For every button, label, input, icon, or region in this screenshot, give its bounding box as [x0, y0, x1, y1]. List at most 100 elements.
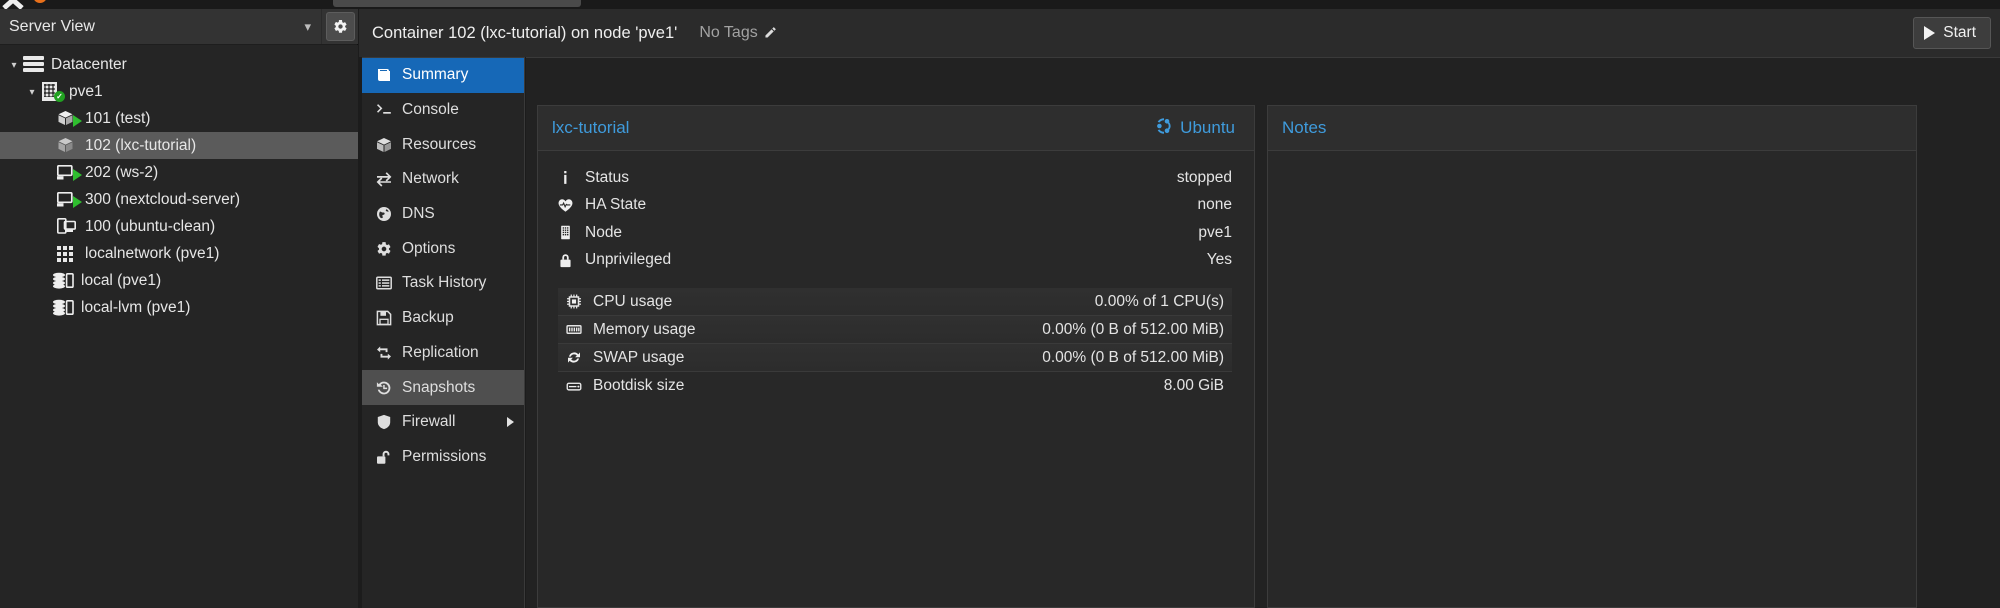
chevron-down-icon[interactable]: ▾: [6, 60, 22, 71]
floppy-icon: [376, 310, 402, 326]
menu-item-dns[interactable]: DNS: [362, 197, 524, 232]
menu-item-summary[interactable]: Summary: [362, 58, 524, 93]
status-rows: Status stopped HA State none Node pve1 U…: [538, 151, 1254, 400]
status-row-label: Unprivileged: [585, 251, 672, 269]
server-view-selector[interactable]: Server View ▾: [0, 9, 322, 44]
chevron-down-icon[interactable]: ▾: [24, 87, 40, 98]
cube-icon: [376, 137, 402, 153]
meter-row-value: 8.00 GiB: [1163, 377, 1224, 394]
meter-row-label: CPU usage: [593, 292, 673, 310]
container-icon: [56, 136, 80, 155]
heartbeat-icon: [558, 198, 585, 213]
tree-item-label: pve1: [69, 82, 103, 100]
server-view-selector-label: Server View: [9, 17, 95, 35]
meter-row-label: Memory usage: [593, 320, 696, 338]
os-badge-label: Ubuntu: [1180, 118, 1235, 137]
vm-icon: [56, 190, 82, 209]
status-row-label: HA State: [585, 196, 647, 214]
panel-title[interactable]: lxc-tutorial: [552, 118, 629, 138]
tree-item-pve1[interactable]: ▾ ✓ pve1: [0, 78, 358, 105]
ubuntu-icon: [1155, 117, 1173, 140]
tree-item-label: 102 (lxc-tutorial): [85, 136, 197, 154]
tree-item-ct102[interactable]: 102 (lxc-tutorial): [0, 132, 358, 159]
status-row-value: Yes: [1206, 251, 1232, 269]
resource-tree: ▾ Datacenter ▾ ✓ pve1 101 (test) 102 (lx…: [0, 45, 358, 608]
meter-row-cpu-usage: CPU usage 0.00% of 1 CPU(s): [558, 288, 1232, 316]
summary-icon: [376, 67, 402, 83]
notes-panel-header: Notes: [1268, 106, 1916, 151]
storage-icon: [52, 271, 76, 290]
globe-icon: [376, 206, 402, 222]
breadcrumb: Container 102 (lxc-tutorial) on node 'pv…: [372, 23, 678, 42]
pencil-icon[interactable]: [763, 26, 777, 40]
menu-item-label: Snapshots: [402, 378, 476, 396]
tree-item-datacenter[interactable]: ▾ Datacenter: [0, 51, 358, 78]
start-button[interactable]: Start: [1913, 17, 1991, 49]
running-indicator-icon: [73, 115, 82, 127]
storage-icon: [52, 298, 76, 317]
chevron-right-icon[interactable]: [507, 417, 514, 428]
tree-item-vm202[interactable]: 202 (ws-2): [0, 159, 358, 186]
lock-icon: [558, 253, 585, 268]
meter-row-value: 0.00% (0 B of 512.00 MiB): [1042, 320, 1224, 338]
tree-item-template100[interactable]: 100 (ubuntu-clean): [0, 213, 358, 240]
tags-area[interactable]: No Tags: [699, 24, 776, 42]
browser-chrome-strip: [0, 0, 2000, 9]
menu-item-permissions[interactable]: Permissions: [362, 440, 524, 475]
gear-icon[interactable]: [326, 12, 355, 41]
list-icon: [376, 275, 402, 291]
menu-item-label: Console: [402, 101, 459, 119]
tree-item-ct101[interactable]: 101 (test): [0, 105, 358, 132]
tree-item-label: local (pve1): [81, 271, 162, 289]
meter-row-value: 0.00% (0 B of 512.00 MiB): [1042, 348, 1224, 366]
tree-item-vm300[interactable]: 300 (nextcloud-server): [0, 186, 358, 213]
menu-item-console[interactable]: Console: [362, 93, 524, 128]
status-row-status: Status stopped: [558, 164, 1232, 192]
summary-panels: lxc-tutorial Ubuntu Status stopped HA St…: [537, 105, 2000, 608]
meter-row-swap-usage: SWAP usage 0.00% (0 B of 512.00 MiB): [558, 344, 1232, 372]
tree-item-storage-local[interactable]: local (pve1): [0, 267, 358, 294]
menu-item-label: Firewall: [402, 413, 456, 431]
notes-panel: Notes: [1267, 105, 1917, 608]
memory-icon: [566, 322, 593, 337]
meter-row-memory-usage: Memory usage 0.00% (0 B of 512.00 MiB): [558, 316, 1232, 344]
menu-item-label: Options: [402, 239, 456, 257]
status-row-label: Node: [585, 223, 623, 241]
tree-item-localnetwork[interactable]: localnetwork (pve1): [0, 240, 358, 267]
shield-icon: [376, 414, 402, 430]
menu-item-firewall[interactable]: Firewall: [362, 405, 524, 440]
menu-item-snapshots[interactable]: Snapshots: [362, 370, 524, 405]
notes-body[interactable]: [1268, 151, 1916, 608]
content-header-bar: Container 102 (lxc-tutorial) on node 'pv…: [359, 9, 2000, 57]
browser-tab[interactable]: [333, 0, 581, 7]
menu-item-label: Backup: [402, 309, 454, 327]
tree-item-label: Datacenter: [51, 55, 127, 73]
status-ok-badge: ✓: [54, 91, 65, 102]
vm-icon: [56, 163, 82, 182]
tree-item-storage-local-lvm[interactable]: local-lvm (pve1): [0, 294, 358, 321]
menu-item-label: Permissions: [402, 447, 487, 465]
terminal-icon: [376, 102, 402, 118]
status-row-node: Node pve1: [558, 219, 1232, 247]
status-row-label: Status: [585, 168, 629, 186]
container-icon: [56, 109, 82, 128]
os-badge[interactable]: Ubuntu: [1155, 117, 1235, 140]
menu-item-backup[interactable]: Backup: [362, 301, 524, 336]
tags-label: No Tags: [699, 24, 758, 41]
node-icon: [558, 225, 585, 240]
swap-icon: [566, 350, 593, 365]
guest-status-panel: lxc-tutorial Ubuntu Status stopped HA St…: [537, 105, 1255, 608]
menu-item-options[interactable]: Options: [362, 231, 524, 266]
menu-item-network[interactable]: Network: [362, 162, 524, 197]
unlock-icon: [376, 449, 402, 465]
menu-item-task-history[interactable]: Task History: [362, 266, 524, 301]
status-row-unprivileged: Unprivileged Yes: [558, 247, 1232, 275]
meter-row-value: 0.00% of 1 CPU(s): [1094, 292, 1224, 310]
chevron-down-icon: ▾: [304, 18, 311, 34]
panel-title[interactable]: Notes: [1282, 118, 1326, 138]
tree-item-label: 300 (nextcloud-server): [85, 190, 241, 208]
start-button-label: Start: [1943, 24, 1976, 41]
info-icon: [558, 170, 585, 185]
menu-item-replication[interactable]: Replication: [362, 336, 524, 371]
menu-item-resources[interactable]: Resources: [362, 127, 524, 162]
